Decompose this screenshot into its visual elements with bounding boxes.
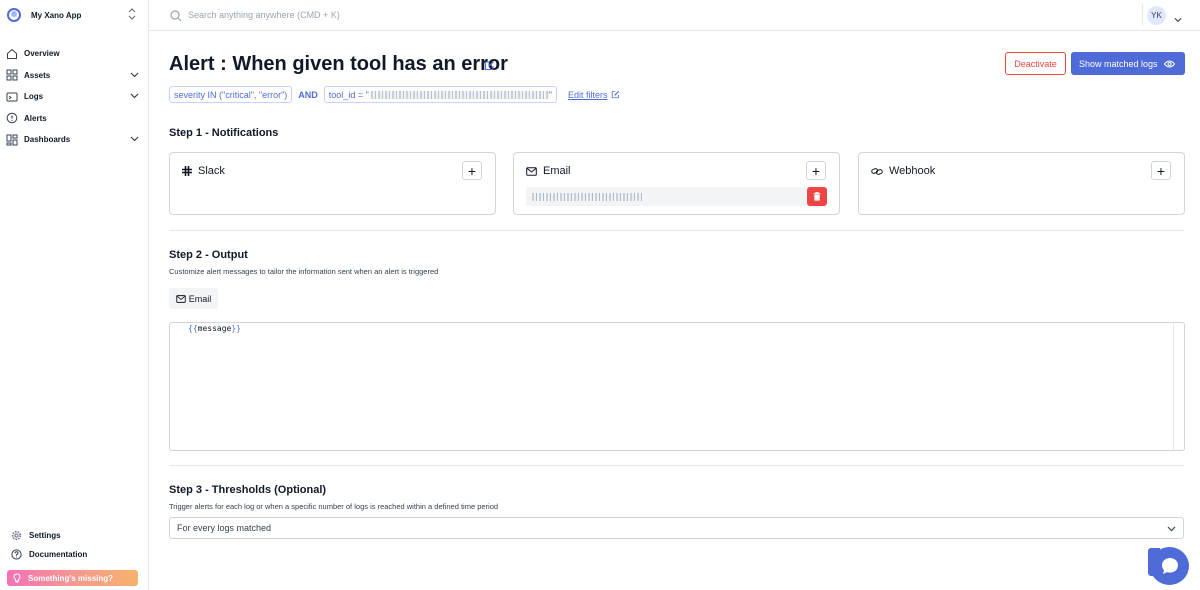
sidebar-bottom: Settings Documentation bbox=[0, 526, 148, 564]
filter-chip-tool-id-suffix: " bbox=[548, 89, 552, 100]
chevron-updown-icon bbox=[128, 8, 136, 21]
sidebar-item-label: Overview bbox=[24, 49, 60, 59]
alert-icon bbox=[6, 112, 18, 124]
filter-join: AND bbox=[298, 89, 318, 100]
logs-icon bbox=[6, 91, 18, 103]
sidebar-item-documentation[interactable]: Documentation bbox=[0, 545, 148, 564]
divider bbox=[1142, 4, 1143, 26]
xano-logo-icon bbox=[7, 8, 21, 22]
app-name: My Xano App bbox=[31, 10, 82, 20]
gear-icon bbox=[11, 530, 22, 541]
filter-chip-severity[interactable]: severity IN ("critical", "error") bbox=[169, 86, 293, 103]
tab-email[interactable]: Email bbox=[169, 288, 218, 309]
sidebar-item-alerts[interactable]: Alerts bbox=[0, 108, 148, 130]
step3-description: Trigger alerts for each log or when a sp… bbox=[169, 502, 499, 511]
redacted-value bbox=[532, 192, 644, 201]
threshold-select[interactable]: For every logs matched bbox=[169, 517, 1184, 539]
edit-title-icon[interactable] bbox=[484, 58, 495, 70]
search-icon bbox=[170, 9, 182, 22]
sidebar-item-settings[interactable]: Settings bbox=[0, 526, 148, 545]
filter-row: severity IN ("critical", "error") AND to… bbox=[169, 86, 620, 103]
app-switcher[interactable]: My Xano App bbox=[0, 0, 148, 30]
sidebar-item-label: Dashboards bbox=[24, 135, 71, 145]
edit-filters-link[interactable]: Edit filters bbox=[568, 90, 620, 100]
add-webhook-button[interactable]: + bbox=[1151, 161, 1171, 180]
grid-icon bbox=[6, 69, 18, 81]
template-open-brace: {{ bbox=[188, 324, 198, 333]
help-icon bbox=[11, 549, 22, 560]
sidebar-item-label: Alerts bbox=[24, 113, 47, 123]
tab-label: Email bbox=[188, 293, 212, 304]
avatar[interactable]: YK bbox=[1147, 6, 1166, 25]
app-root: My Xano App Overview Assets Logs Alerts … bbox=[0, 0, 1200, 590]
feedback-button[interactable]: Something's missing? bbox=[7, 570, 138, 586]
divider bbox=[169, 230, 1184, 231]
lightbulb-icon bbox=[13, 573, 21, 583]
show-matched-logs-label: Show matched logs bbox=[1079, 58, 1158, 69]
email-recipient-row bbox=[526, 187, 806, 206]
main-content: Alert : When given tool has an error Dea… bbox=[149, 31, 1200, 590]
delete-email-button[interactable] bbox=[807, 187, 827, 206]
eye-icon bbox=[1163, 60, 1175, 68]
card-label: Slack bbox=[198, 165, 225, 177]
mail-icon bbox=[176, 294, 186, 303]
topbar: YK bbox=[149, 0, 1200, 31]
card-title: Webhook bbox=[871, 165, 935, 177]
card-label: Webhook bbox=[889, 165, 936, 177]
sidebar-item-dashboards[interactable]: Dashboards bbox=[0, 129, 148, 151]
sidebar-item-label: Settings bbox=[29, 531, 61, 540]
chevron-down-icon[interactable] bbox=[130, 71, 139, 79]
template-close-brace: }} bbox=[231, 324, 241, 333]
editor-content[interactable]: {{message}} bbox=[188, 324, 241, 333]
redacted-value bbox=[370, 90, 549, 99]
step2-description: Customize alert messages to tailor the i… bbox=[169, 267, 439, 276]
threshold-select-value: For every logs matched bbox=[177, 523, 272, 533]
sidebar-item-label: Logs bbox=[24, 92, 44, 102]
deactivate-button[interactable]: Deactivate bbox=[1005, 52, 1066, 75]
notification-card-email: Email + bbox=[513, 152, 840, 215]
link-icon bbox=[871, 167, 883, 176]
mail-icon bbox=[526, 166, 537, 176]
chat-icon bbox=[1161, 558, 1178, 574]
sidebar-item-assets[interactable]: Assets bbox=[0, 65, 148, 87]
step1-title: Step 1 - Notifications bbox=[169, 127, 279, 139]
notification-card-slack: Slack + bbox=[169, 152, 496, 215]
filter-chip-tool-id[interactable]: tool_id = " " bbox=[323, 86, 557, 103]
divider bbox=[169, 465, 1184, 466]
sidebar-item-logs[interactable]: Logs bbox=[0, 86, 148, 108]
slack-icon bbox=[182, 166, 192, 176]
template-variable: message bbox=[197, 324, 232, 333]
show-matched-logs-button[interactable]: Show matched logs bbox=[1071, 52, 1185, 75]
sidebar-nav: Overview Assets Logs Alerts Dashboards bbox=[0, 43, 148, 151]
chevron-down-icon[interactable] bbox=[130, 92, 139, 100]
sidebar-item-label: Assets bbox=[24, 70, 51, 80]
chat-widget-button[interactable] bbox=[1150, 547, 1189, 585]
dashboard-icon bbox=[6, 134, 18, 146]
chevron-down-icon bbox=[1167, 525, 1176, 533]
message-editor[interactable]: {{message}} bbox=[169, 322, 1185, 451]
sidebar: My Xano App Overview Assets Logs Alerts … bbox=[0, 0, 149, 590]
filter-chip-tool-id-prefix: tool_id = " bbox=[328, 89, 369, 100]
add-slack-button[interactable]: + bbox=[462, 161, 482, 180]
card-title: Email bbox=[526, 165, 571, 177]
chevron-down-icon[interactable] bbox=[130, 135, 139, 143]
search-input[interactable] bbox=[188, 6, 688, 24]
sidebar-item-label: Documentation bbox=[29, 550, 88, 559]
page-title: Alert : When given tool has an error bbox=[169, 53, 508, 75]
card-label: Email bbox=[543, 165, 571, 177]
add-email-button[interactable]: + bbox=[806, 161, 826, 180]
notification-card-webhook: Webhook + bbox=[858, 152, 1185, 215]
home-icon bbox=[6, 48, 18, 60]
sidebar-item-overview[interactable]: Overview bbox=[0, 43, 148, 65]
edit-filters-label: Edit filters bbox=[567, 89, 608, 100]
card-title: Slack bbox=[182, 165, 225, 177]
feedback-label: Something's missing? bbox=[28, 573, 114, 583]
external-edit-icon bbox=[611, 90, 620, 99]
chevron-down-icon[interactable] bbox=[1174, 11, 1182, 23]
trash-icon bbox=[813, 192, 821, 201]
step2-title: Step 2 - Output bbox=[169, 249, 248, 261]
editor-scrollbar[interactable] bbox=[1173, 323, 1174, 450]
step3-title: Step 3 - Thresholds (Optional) bbox=[169, 484, 327, 496]
